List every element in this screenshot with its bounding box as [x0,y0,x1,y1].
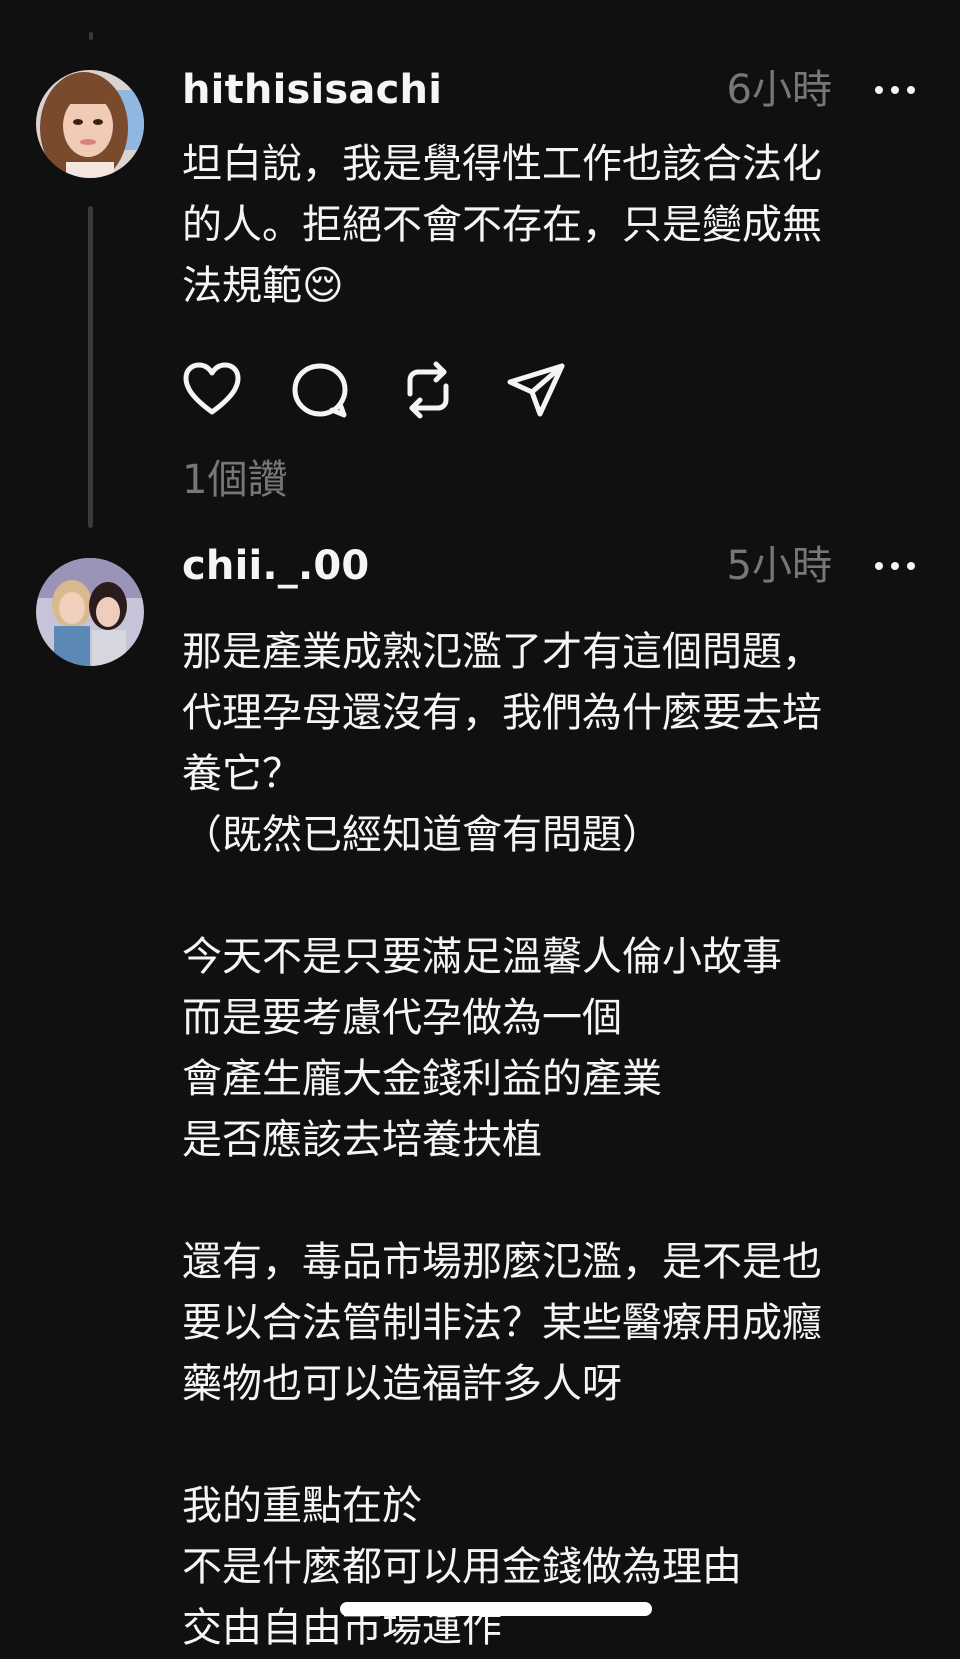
thread-line [88,206,93,528]
post-actions [180,358,580,422]
more-horizontal-icon[interactable] [874,80,916,100]
avatar[interactable] [36,558,144,666]
post-body-line: 法規範😌 [182,263,344,309]
post-body-line: 的人。拒絕不會不存在，只是變成無 [182,202,822,248]
post-body-line: 坦白說，我是覺得性工作也該合法化 [182,141,822,187]
post-body: 坦白說，我是覺得性工作也該合法化 的人。拒絕不會不存在，只是變成無 法規範😌 [182,134,922,317]
more-horizontal-icon[interactable] [874,556,916,576]
post-header: hithisisachi 6小時 [182,60,916,120]
post-hithisisachi: hithisisachi 6小時 坦白說，我是覺得性工作也該合法化 的人。拒絕不… [0,0,960,540]
username[interactable]: hithisisachi [182,60,442,120]
post-time: 5小時 [726,543,832,589]
username[interactable]: chii._.00 [182,536,369,596]
send-icon[interactable] [504,358,568,422]
post-chii: chii._.00 5小時 那是產業成熟氾濫了才有這個問題， 代理孕母還沒有，我… [0,540,960,1651]
comment-bubble-icon[interactable] [288,358,352,422]
post-time: 6小時 [726,67,832,113]
post-header: chii._.00 5小時 [182,536,916,596]
like-count[interactable]: 1個讚 [182,452,287,508]
home-indicator[interactable] [340,1602,652,1616]
avatar[interactable] [36,70,144,178]
post-body: 那是產業成熟氾濫了才有這個問題， 代理孕母還沒有，我們為什麼要去培 養它？ （既… [182,629,822,1651]
heart-icon[interactable] [180,358,244,422]
repost-icon[interactable] [396,358,460,422]
